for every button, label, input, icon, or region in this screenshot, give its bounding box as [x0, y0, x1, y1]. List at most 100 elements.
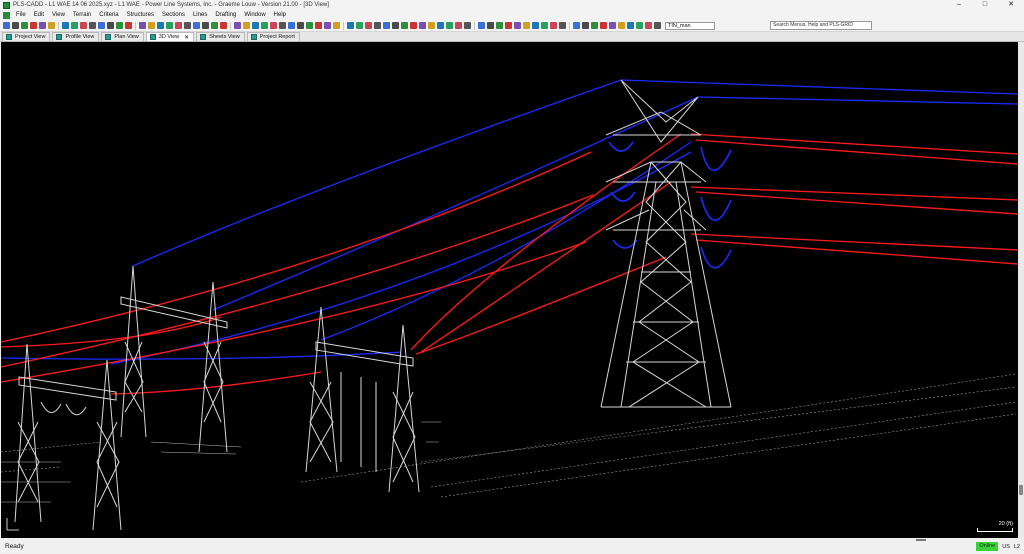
copy-icon[interactable] [600, 22, 607, 29]
tab-plan-view[interactable]: Plan View [101, 32, 144, 41]
structure-icon[interactable] [297, 22, 304, 29]
zoom-window-icon[interactable] [645, 22, 652, 29]
new-icon[interactable] [193, 22, 200, 29]
save-icon[interactable] [211, 22, 218, 29]
zoom-window-icon[interactable] [270, 22, 277, 29]
color-icon[interactable] [550, 22, 557, 29]
menu-drafting[interactable]: Drafting [211, 10, 240, 20]
zoom-out-icon[interactable] [627, 22, 634, 29]
zoom-all-icon[interactable] [654, 22, 661, 29]
report-icon[interactable] [166, 22, 173, 29]
delete-icon[interactable] [505, 22, 512, 29]
settings-icon[interactable] [559, 22, 566, 29]
vertical-scrollbar[interactable] [1018, 42, 1024, 538]
zoom-out-icon[interactable] [437, 22, 444, 29]
search-input[interactable]: Search Menus, Help and PLS-GRID [770, 21, 872, 30]
menu-criteria[interactable]: Criteria [95, 10, 122, 20]
new-icon[interactable] [3, 22, 10, 29]
rotate-icon[interactable] [288, 22, 295, 29]
menu-window[interactable]: Window [240, 10, 269, 20]
menu-file[interactable]: File [12, 10, 30, 20]
online-badge[interactable]: Online [976, 542, 999, 551]
tab-project-report[interactable]: Project Report [246, 32, 300, 41]
color-icon[interactable] [175, 22, 182, 29]
new-icon[interactable] [573, 22, 580, 29]
pan-icon[interactable] [636, 22, 643, 29]
zoom-window-icon[interactable] [455, 22, 462, 29]
zoom-out-icon[interactable] [252, 22, 259, 29]
tab-project-view[interactable]: Project View [2, 32, 51, 41]
settings-icon[interactable] [374, 22, 381, 29]
wire-icon[interactable] [496, 22, 503, 29]
tab-3d-view[interactable]: 3D View ✕ [145, 32, 195, 41]
wire-icon[interactable] [306, 22, 313, 29]
structure-icon[interactable] [487, 22, 494, 29]
clearance-icon[interactable] [157, 22, 164, 29]
section-icon[interactable] [514, 22, 521, 29]
report-icon[interactable] [356, 22, 363, 29]
save-icon[interactable] [591, 22, 598, 29]
new-icon[interactable] [383, 22, 390, 29]
pan-icon[interactable] [261, 22, 268, 29]
sag-icon[interactable] [148, 22, 155, 29]
zoom-all-icon[interactable] [279, 22, 286, 29]
menu-view[interactable]: View [48, 10, 69, 20]
menu-terrain[interactable]: Terrain [69, 10, 95, 20]
close-button[interactable]: ✕ [998, 0, 1024, 10]
pan-icon[interactable] [446, 22, 453, 29]
3d-scene[interactable] [1, 42, 1018, 538]
open-icon[interactable] [202, 22, 209, 29]
menu-structures[interactable]: Structures [123, 10, 158, 20]
clearance-icon[interactable] [347, 22, 354, 29]
sag-icon[interactable] [523, 22, 530, 29]
sag-icon[interactable] [333, 22, 340, 29]
color-icon[interactable] [365, 22, 372, 29]
zoom-all-icon[interactable] [89, 22, 96, 29]
tab-profile-view[interactable]: Profile View [52, 32, 100, 41]
wire-icon[interactable] [116, 22, 123, 29]
section-icon[interactable] [139, 22, 146, 29]
zoom-out-icon[interactable] [62, 22, 69, 29]
tab-sheets-view[interactable]: Sheets View [196, 32, 245, 41]
copy-icon[interactable] [220, 22, 227, 29]
save-icon[interactable] [21, 22, 28, 29]
menu-lines[interactable]: Lines [189, 10, 211, 20]
tin-selector[interactable]: TIN_man [665, 21, 715, 30]
zoom-in-icon[interactable] [428, 22, 435, 29]
menu-edit[interactable]: Edit [30, 10, 48, 20]
copy-icon[interactable] [30, 22, 37, 29]
open-icon[interactable] [392, 22, 399, 29]
zoom-all-icon[interactable] [464, 22, 471, 29]
open-icon[interactable] [12, 22, 19, 29]
paste-icon[interactable] [234, 22, 241, 29]
app-menu-icon[interactable] [3, 11, 10, 19]
zoom-in-icon[interactable] [243, 22, 250, 29]
zoom-in-icon[interactable] [618, 22, 625, 29]
paste-icon[interactable] [39, 22, 46, 29]
paste-icon[interactable] [609, 22, 616, 29]
resize-grip[interactable] [916, 539, 926, 541]
3d-viewport[interactable]: 20 (ft) [1, 42, 1018, 538]
scrollbar-thumb[interactable] [1019, 485, 1023, 495]
report-icon[interactable] [541, 22, 548, 29]
save-icon[interactable] [401, 22, 408, 29]
minimize-button[interactable]: – [946, 0, 972, 10]
close-tab-icon[interactable]: ✕ [184, 34, 189, 41]
copy-icon[interactable] [410, 22, 417, 29]
menu-help[interactable]: Help [270, 10, 290, 20]
delete-icon[interactable] [315, 22, 322, 29]
structure-icon[interactable] [107, 22, 114, 29]
settings-icon[interactable] [184, 22, 191, 29]
rotate-icon[interactable] [478, 22, 485, 29]
section-icon[interactable] [324, 22, 331, 29]
zoom-in-icon[interactable] [48, 22, 55, 29]
open-icon[interactable] [582, 22, 589, 29]
menu-sections[interactable]: Sections [158, 10, 189, 20]
rotate-icon[interactable] [98, 22, 105, 29]
maximize-button[interactable]: □ [972, 0, 998, 10]
pan-icon[interactable] [71, 22, 78, 29]
clearance-icon[interactable] [532, 22, 539, 29]
paste-icon[interactable] [419, 22, 426, 29]
delete-icon[interactable] [125, 22, 132, 29]
zoom-window-icon[interactable] [80, 22, 87, 29]
